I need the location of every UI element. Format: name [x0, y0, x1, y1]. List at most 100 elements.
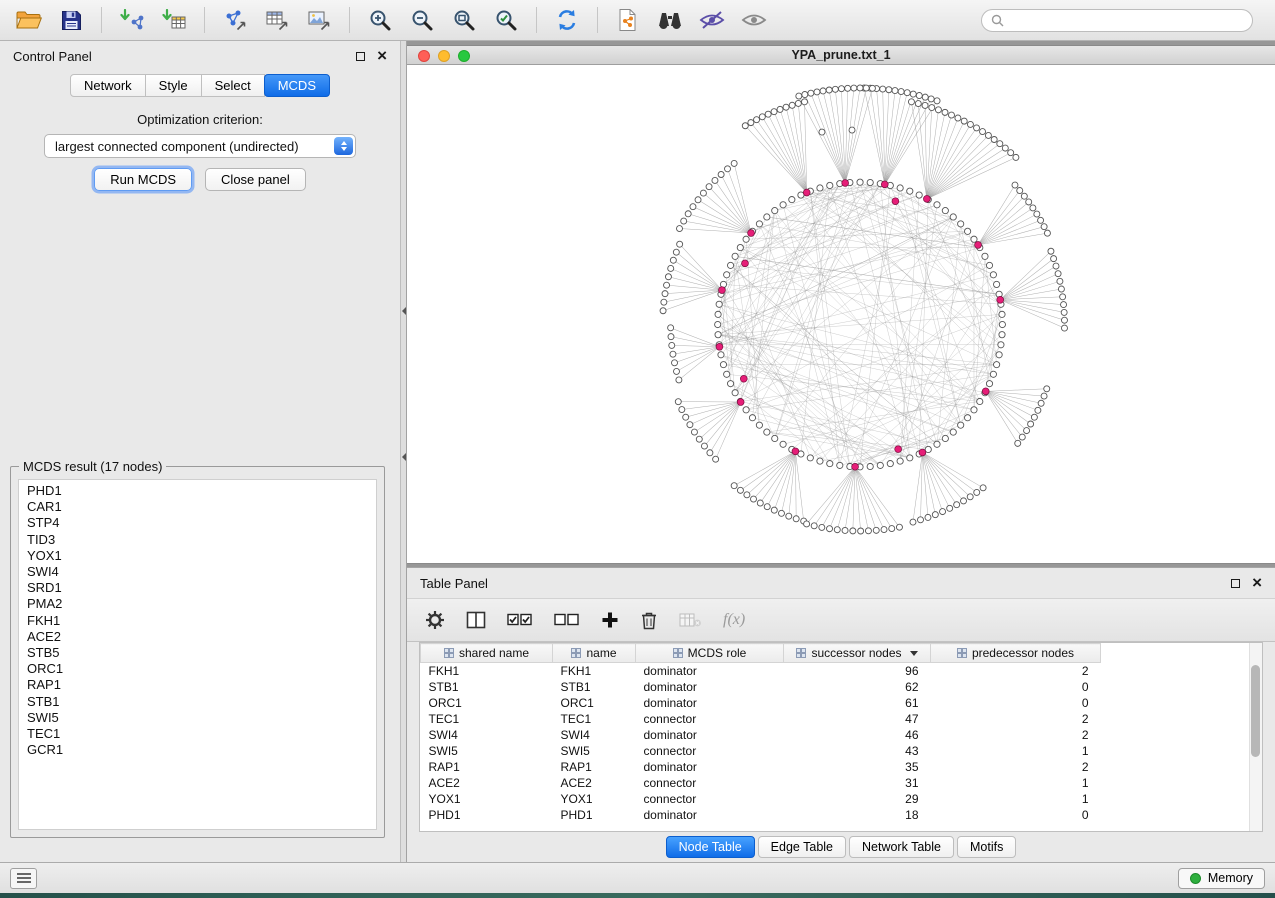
float-panel-button[interactable]: [356, 52, 365, 61]
refresh-button[interactable]: [548, 4, 586, 36]
tab-style[interactable]: Style: [145, 74, 202, 97]
export-network-icon: [223, 9, 247, 31]
toolbar-separator: [536, 7, 537, 33]
mcds-result-list[interactable]: PHD1CAR1STP4TID3YOX1SWI4SRD1PMA2FKH1ACE2…: [18, 479, 377, 830]
table-row[interactable]: YOX1YOX1connector291: [421, 791, 1263, 807]
open-session-button[interactable]: [10, 4, 48, 36]
network-window: YPA_prune.txt_1: [407, 45, 1275, 564]
mcds-result-item[interactable]: PHD1: [27, 483, 376, 499]
mcds-result-item[interactable]: PMA2: [27, 596, 376, 612]
column-header-successor-nodes[interactable]: successor nodes: [784, 644, 931, 663]
mcds-result-item[interactable]: GCR1: [27, 742, 376, 758]
save-session-button[interactable]: [52, 4, 90, 36]
deselect-all-button[interactable]: [554, 613, 580, 627]
memory-button[interactable]: Memory: [1178, 868, 1265, 889]
mcds-result-item[interactable]: SWI5: [27, 710, 376, 726]
splitter-collapse-button[interactable]: [402, 307, 406, 315]
export-table-icon: [265, 9, 289, 31]
network-search-field[interactable]: [981, 9, 1253, 32]
tab-mcds[interactable]: MCDS: [264, 74, 330, 97]
mcds-result-item[interactable]: CAR1: [27, 499, 376, 515]
float-table-panel-button[interactable]: [1231, 579, 1240, 588]
delete-row-button[interactable]: [640, 610, 658, 630]
mcds-result-item[interactable]: SWI4: [27, 564, 376, 580]
function-builder-button[interactable]: f(x): [723, 611, 745, 629]
table-scrollbar-thumb[interactable]: [1251, 665, 1260, 757]
minimize-window-icon[interactable]: [438, 50, 450, 62]
zoom-in-button[interactable]: [361, 4, 399, 36]
table-row[interactable]: TEC1TEC1connector472: [421, 711, 1263, 727]
clear-table-button[interactable]: [679, 612, 702, 628]
copy-network-button[interactable]: [609, 4, 647, 36]
mcds-result-item[interactable]: TEC1: [27, 726, 376, 742]
hide-selected-button[interactable]: [693, 4, 731, 36]
close-panel-x-button[interactable]: ×: [377, 51, 387, 61]
mcds-result-item[interactable]: TID3: [27, 532, 376, 548]
close-table-panel-button[interactable]: ×: [1252, 578, 1262, 588]
tab-network[interactable]: Network: [70, 74, 146, 97]
mcds-result-item[interactable]: STB1: [27, 694, 376, 710]
network-window-title: YPA_prune.txt_1: [791, 48, 890, 62]
splitter-collapse-button[interactable]: [402, 453, 406, 461]
zoom-fit-content-icon: [452, 8, 476, 32]
optimization-criterion-select[interactable]: largest connected component (undirected): [44, 134, 356, 158]
mcds-result-item[interactable]: ACE2: [27, 629, 376, 645]
table-row[interactable]: STB1STB1dominator620: [421, 679, 1263, 695]
table-row[interactable]: ACE2ACE2connector311: [421, 775, 1263, 791]
task-history-button[interactable]: [10, 868, 37, 889]
close-window-icon[interactable]: [418, 50, 430, 62]
maximize-window-icon[interactable]: [458, 50, 470, 62]
export-network-button[interactable]: [216, 4, 254, 36]
column-header-MCDS-role[interactable]: MCDS role: [636, 644, 784, 663]
mcds-result-item[interactable]: STB5: [27, 645, 376, 661]
search-icon: [991, 14, 1004, 27]
zoom-selected-button[interactable]: [487, 4, 525, 36]
mcds-result-item[interactable]: FKH1: [27, 613, 376, 629]
table-row[interactable]: SWI4SWI4dominator462: [421, 727, 1263, 743]
export-image-icon: [307, 9, 331, 31]
close-panel-button[interactable]: Close panel: [205, 168, 306, 191]
zoom-out-button[interactable]: [403, 4, 441, 36]
mcds-result-item[interactable]: RAP1: [27, 677, 376, 693]
tab-node-table[interactable]: Node Table: [666, 836, 755, 858]
run-mcds-button[interactable]: Run MCDS: [94, 168, 192, 191]
toolbar-separator: [204, 7, 205, 33]
table-row[interactable]: RAP1RAP1dominator352: [421, 759, 1263, 775]
column-header-predecessor-nodes[interactable]: predecessor nodes: [931, 644, 1101, 663]
network-view[interactable]: [407, 65, 1275, 563]
import-network-button[interactable]: [113, 4, 151, 36]
table-scrollbar[interactable]: [1249, 643, 1262, 831]
column-header-shared-name[interactable]: shared name: [421, 644, 553, 663]
mcds-result-item[interactable]: STP4: [27, 515, 376, 531]
split-view-button[interactable]: [466, 611, 486, 629]
import-table-button[interactable]: [155, 4, 193, 36]
show-all-icon: [741, 10, 767, 30]
mcds-result-item[interactable]: YOX1: [27, 548, 376, 564]
search-input[interactable]: [1010, 13, 1243, 27]
tab-network-table[interactable]: Network Table: [849, 836, 954, 858]
panel-splitter[interactable]: [400, 41, 407, 862]
select-all-button[interactable]: [507, 613, 533, 627]
table-row[interactable]: ORC1ORC1dominator610: [421, 695, 1263, 711]
column-settings-button[interactable]: [425, 610, 445, 630]
zoom-fit-button[interactable]: [445, 4, 483, 36]
mcds-result-item[interactable]: ORC1: [27, 661, 376, 677]
tab-select[interactable]: Select: [201, 74, 265, 97]
table-row[interactable]: FKH1FKH1dominator962: [421, 663, 1263, 679]
mcds-result-item[interactable]: SRD1: [27, 580, 376, 596]
column-header-name[interactable]: name: [553, 644, 636, 663]
show-all-button[interactable]: [735, 4, 773, 36]
tab-edge-table[interactable]: Edge Table: [758, 836, 846, 858]
select-all-icon: [507, 613, 533, 627]
table-row[interactable]: SWI5SWI5connector431: [421, 743, 1263, 759]
export-image-button[interactable]: [300, 4, 338, 36]
network-window-titlebar[interactable]: YPA_prune.txt_1: [407, 46, 1275, 65]
tab-motifs[interactable]: Motifs: [957, 836, 1016, 858]
add-row-button[interactable]: [601, 611, 619, 629]
table-row[interactable]: PHD1PHD1dominator180: [421, 807, 1263, 823]
column-sort-icon: [571, 648, 581, 658]
first-neighbors-button[interactable]: [651, 4, 689, 36]
memory-label: Memory: [1208, 871, 1253, 885]
network-canvas[interactable]: [407, 65, 1275, 563]
export-table-button[interactable]: [258, 4, 296, 36]
